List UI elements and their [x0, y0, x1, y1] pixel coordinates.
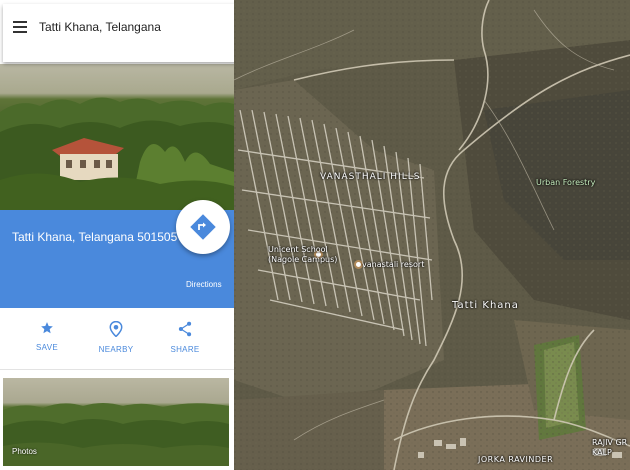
- school-campus: (Nagole Campus): [268, 255, 338, 264]
- place-hero-photo[interactable]: [0, 64, 234, 210]
- map-label-jorka-ravinder: JORKA RAVINDER: [478, 455, 554, 464]
- map-imagery: [234, 0, 630, 470]
- location-pin-icon: [109, 321, 123, 337]
- photos-thumbnail-image: [3, 403, 229, 466]
- search-box: X: [3, 4, 234, 62]
- search-input[interactable]: [39, 16, 234, 38]
- directions-label[interactable]: Directions: [186, 280, 222, 289]
- hero-photo-image: [0, 97, 234, 210]
- save-button[interactable]: SAVE: [12, 308, 82, 370]
- photos-label: Photos: [12, 447, 37, 456]
- nearby-button[interactable]: NEARBY: [81, 308, 151, 370]
- map-label-urban-forestry[interactable]: Urban Forestry: [536, 178, 595, 187]
- share-button[interactable]: SHARE: [150, 308, 220, 370]
- rajiv-line2: KALP: [592, 448, 612, 457]
- nearby-label: NEARBY: [98, 345, 134, 354]
- share-label: SHARE: [170, 345, 200, 354]
- photos-card[interactable]: Photos: [3, 378, 229, 466]
- map-label-vanasthali-hills: VANASTHALI HILLS: [320, 172, 421, 182]
- school-name: Unicent School: [268, 245, 328, 254]
- hamburger-menu-icon[interactable]: [13, 21, 27, 33]
- map-label-tatti-khana: Tatti Khana: [452, 300, 519, 311]
- rajiv-line1: RAJIV GR: [592, 438, 628, 447]
- directions-icon: [190, 214, 216, 240]
- map-label-rajiv: RAJIV GR KALP: [592, 438, 627, 458]
- share-icon: [178, 321, 192, 337]
- place-title-card: Tatti Khana, Telangana 501505 Directions: [0, 200, 234, 308]
- place-title: Tatti Khana, Telangana 501505: [12, 230, 178, 244]
- map-label-school[interactable]: Unicent School (Nagole Campus): [268, 245, 337, 265]
- save-label: SAVE: [36, 343, 58, 352]
- satellite-map[interactable]: VANASTHALI HILLS Unicent School (Nagole …: [234, 0, 630, 470]
- directions-button[interactable]: [176, 200, 230, 254]
- star-icon: [41, 322, 53, 334]
- map-label-resort[interactable]: vanastali resort: [362, 260, 424, 269]
- action-bar: SAVE NEARBY SHARE: [0, 308, 234, 370]
- place-panel: X Tatti Khana, Telangana 501505 Directio…: [0, 0, 234, 470]
